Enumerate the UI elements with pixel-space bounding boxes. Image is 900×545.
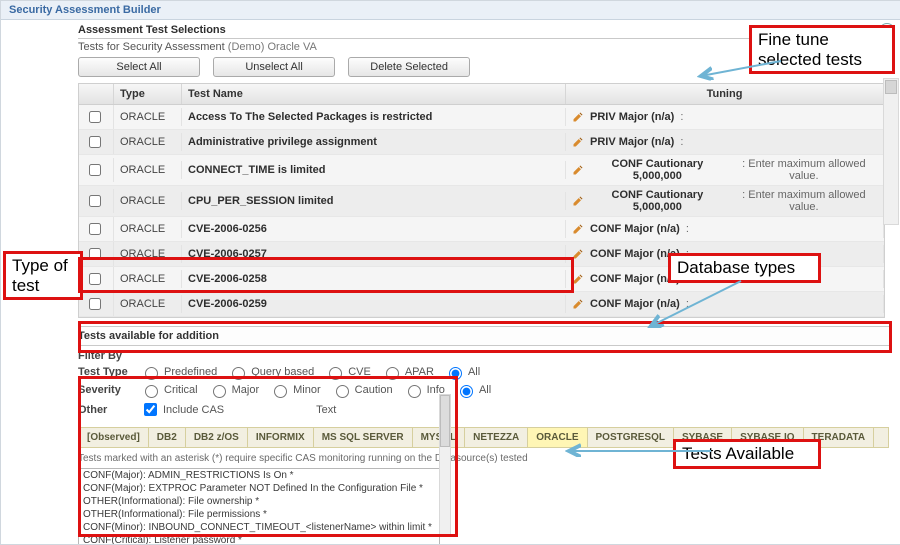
unselect-all-button[interactable]: Unselect All <box>213 57 335 77</box>
radio-input[interactable] <box>145 385 158 398</box>
severity-option[interactable]: Critical <box>140 382 198 398</box>
radio-input[interactable] <box>386 367 399 380</box>
db-tab[interactable]: NETEZZA <box>465 428 528 447</box>
other-label: Other <box>78 404 134 416</box>
row-test-name: CVE-2006-0257 <box>182 245 566 263</box>
scrollbar-thumb[interactable] <box>885 80 897 94</box>
list-item[interactable]: OTHER(Informational): File ownership * <box>79 495 439 508</box>
scrollbar-thumb[interactable] <box>440 395 450 447</box>
row-checkbox[interactable] <box>89 136 101 148</box>
severity-option[interactable]: All <box>455 382 491 398</box>
row-checkbox[interactable] <box>89 273 101 285</box>
radio-input[interactable] <box>408 385 421 398</box>
radio-input[interactable] <box>145 367 158 380</box>
row-tuning: CONF Cautionary 5,000,000: Enter maximum… <box>566 186 884 216</box>
edit-icon[interactable] <box>572 136 584 148</box>
radio-input[interactable] <box>449 367 462 380</box>
col-type[interactable]: Type <box>114 84 182 104</box>
row-test-name: CVE-2006-0259 <box>182 295 566 313</box>
list-item[interactable]: OTHER(Informational): File permissions * <box>79 508 439 521</box>
row-checkbox[interactable] <box>89 164 101 176</box>
select-all-button[interactable]: Select All <box>78 57 200 77</box>
row-test-name: Administrative privilege assignment <box>182 133 566 151</box>
edit-icon[interactable] <box>572 164 584 176</box>
row-checkbox[interactable] <box>89 195 101 207</box>
col-tuning[interactable]: Tuning <box>566 84 884 104</box>
table-row: ORACLECPU_PER_SESSION limitedCONF Cautio… <box>79 186 884 217</box>
row-type: ORACLE <box>114 161 182 179</box>
radio-input[interactable] <box>460 385 473 398</box>
test-type-label: Test Type <box>78 366 134 378</box>
delete-selected-button[interactable]: Delete Selected <box>348 57 470 77</box>
row-type: ORACLE <box>114 220 182 238</box>
row-type: ORACLE <box>114 108 182 126</box>
row-type: ORACLE <box>114 245 182 263</box>
radio-input[interactable] <box>329 367 342 380</box>
col-test-name[interactable]: Test Name <box>182 84 566 104</box>
db-tab[interactable]: INFORMIX <box>248 428 314 447</box>
row-test-name: CONNECT_TIME is limited <box>182 161 566 179</box>
table-row: ORACLEAccess To The Selected Packages is… <box>79 105 884 130</box>
row-tuning: CONF Major (n/a): <box>566 220 884 238</box>
table-row: ORACLECVE-2006-0256CONF Major (n/a): <box>79 217 884 242</box>
available-header: Tests available for addition <box>78 326 889 346</box>
db-tab[interactable]: MS SQL SERVER <box>314 428 413 447</box>
available-tests-listbox[interactable]: CONF(Major): ADMIN_RESTRICTIONS Is On *C… <box>78 468 440 545</box>
edit-icon[interactable] <box>572 223 584 235</box>
edit-icon[interactable] <box>572 195 584 207</box>
severity-option[interactable]: Minor <box>269 382 321 398</box>
row-checkbox[interactable] <box>89 298 101 310</box>
table-row: ORACLEAdministrative privilege assignmen… <box>79 130 884 155</box>
edit-icon[interactable] <box>572 248 584 260</box>
annotation-type-of-test: Type of test <box>3 251 83 300</box>
table-scrollbar[interactable] <box>883 78 899 225</box>
radio-input[interactable] <box>336 385 349 398</box>
test-type-option[interactable]: Predefined <box>140 364 217 380</box>
edit-icon[interactable] <box>572 273 584 285</box>
row-tuning: PRIV Major (n/a): <box>566 133 884 151</box>
severity-option[interactable]: Caution <box>331 382 393 398</box>
radio-input[interactable] <box>213 385 226 398</box>
severity-option[interactable]: Major <box>208 382 260 398</box>
test-type-option[interactable]: All <box>444 364 480 380</box>
db-tab[interactable]: DB2 <box>149 428 186 447</box>
row-type: ORACLE <box>114 192 182 210</box>
radio-input[interactable] <box>232 367 245 380</box>
filter-by-label: Filter By <box>78 350 134 362</box>
row-type: ORACLE <box>114 295 182 313</box>
table-row: ORACLECONNECT_TIME is limitedCONF Cautio… <box>79 155 884 186</box>
test-type-option[interactable]: CVE <box>324 364 371 380</box>
edit-icon[interactable] <box>572 298 584 310</box>
row-test-name: CVE-2006-0256 <box>182 220 566 238</box>
row-test-name: CPU_PER_SESSION limited <box>182 192 566 210</box>
severity-label: Severity <box>78 384 134 396</box>
row-checkbox[interactable] <box>89 248 101 260</box>
listbox-scrollbar[interactable] <box>439 394 451 536</box>
row-tuning: PRIV Major (n/a): <box>566 108 884 126</box>
table-row: ORACLECVE-2006-0259CONF Major (n/a): <box>79 292 884 317</box>
include-cas-checkbox[interactable] <box>144 403 157 416</box>
table-header: Type Test Name Tuning <box>79 84 884 105</box>
row-test-name: CVE-2006-0258 <box>182 270 566 288</box>
list-item[interactable]: CONF(Major): ADMIN_RESTRICTIONS Is On * <box>79 469 439 482</box>
list-item[interactable]: CONF(Minor): INBOUND_CONNECT_TIMEOUT_<li… <box>79 521 439 534</box>
filter-panel: Filter By Test Type Predefined Query base… <box>78 346 889 427</box>
row-test-name: Access To The Selected Packages is restr… <box>182 108 566 126</box>
test-type-option[interactable]: Query based <box>227 364 314 380</box>
row-type: ORACLE <box>114 133 182 151</box>
radio-input[interactable] <box>274 385 287 398</box>
list-item[interactable]: CONF(Major): EXTPROC Parameter NOT Defin… <box>79 482 439 495</box>
row-type: ORACLE <box>114 270 182 288</box>
row-checkbox[interactable] <box>89 111 101 123</box>
app-title-bar: Security Assessment Builder <box>1 1 900 20</box>
app-title: Security Assessment Builder <box>9 4 161 16</box>
db-tab[interactable]: [Observed] <box>79 428 149 447</box>
text-filter-label: Text <box>316 404 336 416</box>
row-tuning: CONF Cautionary 5,000,000: Enter maximum… <box>566 155 884 185</box>
test-type-option[interactable]: APAR <box>381 364 434 380</box>
row-checkbox[interactable] <box>89 223 101 235</box>
db-tab[interactable]: DB2 z/OS <box>186 428 248 447</box>
edit-icon[interactable] <box>572 111 584 123</box>
list-item[interactable]: CONF(Critical): Listener password * <box>79 534 439 545</box>
